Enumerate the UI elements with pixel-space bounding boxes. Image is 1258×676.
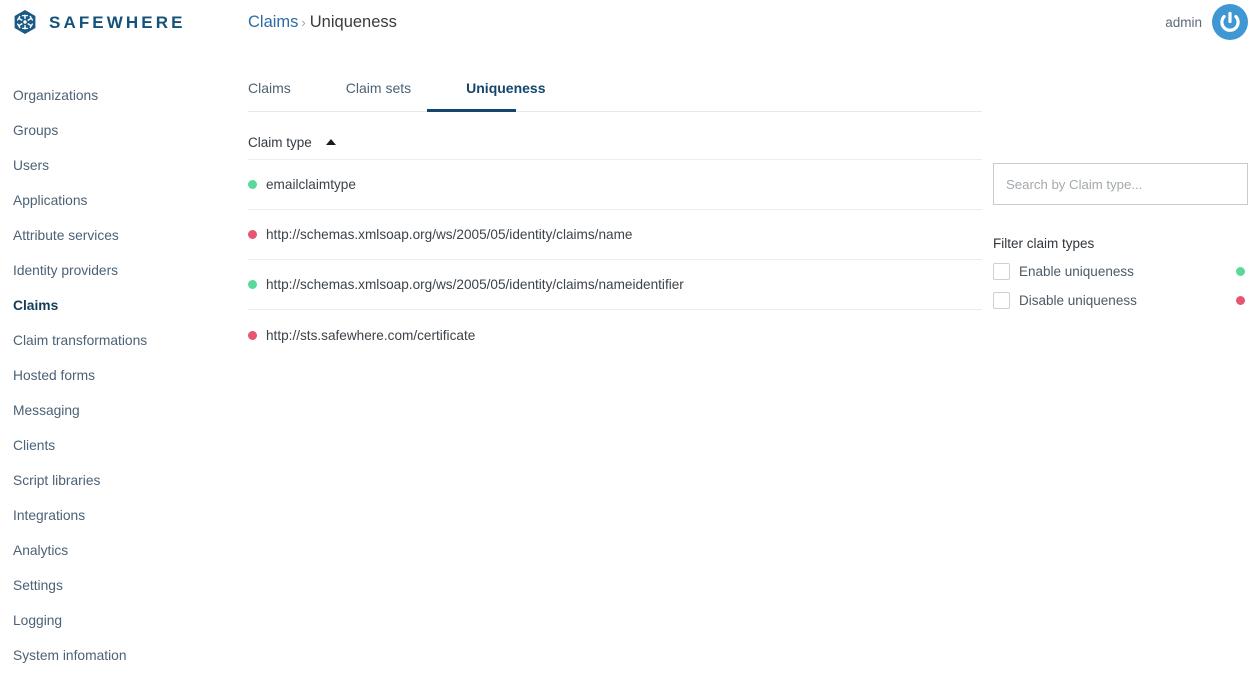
filter-panel: Filter claim types Enable uniqueness Dis… xyxy=(993,163,1248,309)
status-dot xyxy=(248,280,257,289)
filter-row-enable-uniqueness[interactable]: Enable uniqueness xyxy=(993,262,1248,280)
claim-type-value: http://schemas.xmlsoap.org/ws/2005/05/id… xyxy=(266,227,633,242)
top-header: SAFEWHERE Claims › Uniqueness admin xyxy=(0,0,1258,45)
brand-logo[interactable]: SAFEWHERE xyxy=(12,9,186,35)
status-dot xyxy=(248,230,257,239)
sidebar-item-settings[interactable]: Settings xyxy=(0,568,228,603)
sidebar-item-identity-providers[interactable]: Identity providers xyxy=(0,253,228,288)
claim-type-table: Claim type emailclaimtype http://schemas… xyxy=(248,126,982,360)
power-avatar-icon[interactable] xyxy=(1211,3,1249,41)
user-menu[interactable]: admin xyxy=(1165,3,1249,41)
sidebar-item-logging[interactable]: Logging xyxy=(0,603,228,638)
status-dot-disabled xyxy=(1236,295,1245,305)
brand-name: SAFEWHERE xyxy=(49,12,186,32)
sort-ascending-arrow-icon[interactable] xyxy=(325,138,336,145)
table-row[interactable]: http://schemas.xmlsoap.org/ws/2005/05/id… xyxy=(248,260,982,310)
sidebar-item-hosted-forms[interactable]: Hosted forms xyxy=(0,358,228,393)
status-dot xyxy=(248,330,257,340)
sidebar-item-claims[interactable]: Claims xyxy=(0,288,228,323)
sidebar-item-applications[interactable]: Applications xyxy=(0,183,228,218)
app-page: SAFEWHERE Claims › Uniqueness admin Organi… xyxy=(0,0,1258,676)
sidebar-item-groups[interactable]: Groups xyxy=(0,113,228,148)
tab-uniqueness[interactable]: Uniqueness xyxy=(466,80,545,105)
sidebar-nav: Organizations Groups Users Applications … xyxy=(0,78,228,673)
user-name-label: admin xyxy=(1165,14,1202,30)
filter-label-disable-uniqueness[interactable]: Disable uniqueness xyxy=(1019,293,1137,308)
tab-bar-divider xyxy=(248,111,982,112)
tab-claims[interactable]: Claims xyxy=(248,80,291,105)
claim-type-value: http://schemas.xmlsoap.org/ws/2005/05/id… xyxy=(266,277,684,292)
sidebar-item-script-libraries[interactable]: Script libraries xyxy=(0,463,228,498)
status-dot xyxy=(248,180,257,189)
sidebar-item-organizations[interactable]: Organizations xyxy=(0,78,228,113)
breadcrumb-separator-icon: › xyxy=(301,15,306,30)
search-input[interactable] xyxy=(993,163,1248,205)
breadcrumb-current: Uniqueness xyxy=(309,13,397,31)
filter-label-enable-uniqueness[interactable]: Enable uniqueness xyxy=(1019,264,1134,279)
table-row[interactable]: http://sts.safewhere.com/certificate xyxy=(248,310,982,360)
table-row[interactable]: http://schemas.xmlsoap.org/ws/2005/05/id… xyxy=(248,210,982,260)
table-header-row: Claim type xyxy=(248,126,982,160)
sidebar-item-clients[interactable]: Clients xyxy=(0,428,228,463)
checkbox-disable-uniqueness[interactable] xyxy=(993,291,1010,309)
table-row[interactable]: emailclaimtype xyxy=(248,160,982,210)
claim-type-value: http://sts.safewhere.com/certificate xyxy=(266,327,476,343)
sidebar-item-integrations[interactable]: Integrations xyxy=(0,498,228,533)
sidebar-item-analytics[interactable]: Analytics xyxy=(0,533,228,568)
safewhere-hex-logo-icon xyxy=(14,10,36,34)
sidebar-item-messaging[interactable]: Messaging xyxy=(0,393,228,428)
checkbox-enable-uniqueness[interactable] xyxy=(993,262,1010,280)
column-header-claim-type[interactable]: Claim type xyxy=(248,135,312,150)
breadcrumb: Claims › Uniqueness xyxy=(248,11,397,34)
filter-row-disable-uniqueness[interactable]: Disable uniqueness xyxy=(993,291,1248,309)
active-tab-indicator xyxy=(427,109,516,112)
sidebar-item-users[interactable]: Users xyxy=(0,148,228,183)
filter-section-title: Filter claim types xyxy=(993,236,1095,251)
status-dot-enabled xyxy=(1236,266,1245,276)
claim-type-value: emailclaimtype xyxy=(266,177,356,192)
tab-claim-sets[interactable]: Claim sets xyxy=(346,80,411,105)
sidebar-item-system-infomation[interactable]: System infomation xyxy=(0,638,228,673)
sidebar-item-claim-transformations[interactable]: Claim transformations xyxy=(0,323,228,358)
tab-bar: Claims Claim sets Uniqueness xyxy=(248,80,982,114)
breadcrumb-parent-link[interactable]: Claims xyxy=(248,13,298,31)
sidebar-item-attribute-services[interactable]: Attribute services xyxy=(0,218,228,253)
